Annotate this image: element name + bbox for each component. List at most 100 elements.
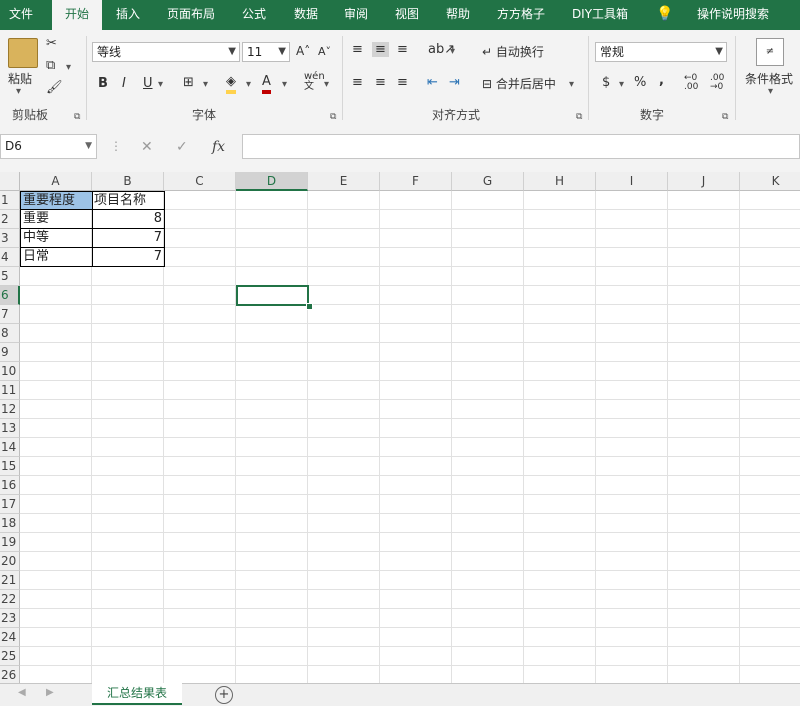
decrease-decimal-icon[interactable]: .00 →0	[710, 74, 724, 92]
row-header-15[interactable]: 15	[0, 457, 20, 476]
paste-dropdown-icon[interactable]: ▾	[16, 86, 21, 97]
wrap-text-button[interactable]: ↵ 自动换行	[482, 43, 544, 60]
more-dots-icon[interactable]: ⋮	[110, 139, 122, 153]
row-header-12[interactable]: 12	[0, 400, 20, 419]
orientation-dropdown-icon[interactable]: ▾	[450, 46, 455, 57]
tab-home[interactable]: 开始	[52, 0, 102, 30]
row-header-14[interactable]: 14	[0, 438, 20, 457]
tell-me-search[interactable]: 操作说明搜索	[678, 0, 788, 30]
conditional-format-button[interactable]: 条件格式	[745, 70, 793, 87]
row-header-4[interactable]: 4	[0, 248, 20, 267]
font-color-dropdown-icon[interactable]: ▾	[282, 79, 287, 90]
align-middle-icon[interactable]: ≡	[372, 42, 389, 57]
tab-fangfang[interactable]: 方方格子	[490, 0, 552, 30]
cell-b2[interactable]: 8	[92, 210, 165, 229]
tab-page-layout[interactable]: 页面布局	[160, 0, 222, 30]
column-header-e[interactable]: E	[308, 172, 380, 191]
row-header-13[interactable]: 13	[0, 419, 20, 438]
paste-button[interactable]: 粘贴	[8, 70, 32, 87]
worksheet-grid[interactable]: ABCDEFGHIJK 1 2 3 4 5 6 7 8 9 10 11 12 13 14 15 16 17 18 1…	[0, 172, 800, 683]
italic-button[interactable]: I	[122, 76, 126, 91]
row-header-18[interactable]: 18	[0, 514, 20, 533]
active-cell-d6[interactable]	[236, 285, 309, 306]
row-header-22[interactable]: 22	[0, 590, 20, 609]
row-header-16[interactable]: 16	[0, 476, 20, 495]
row-header-11[interactable]: 11	[0, 381, 20, 400]
row-header-2[interactable]: 2	[0, 210, 20, 229]
row-header-7[interactable]: 7	[0, 305, 20, 324]
column-header-k[interactable]: K	[740, 172, 800, 191]
increase-decimal-icon[interactable]: ←0.00	[684, 74, 698, 92]
cut-icon[interactable]: ✂	[46, 36, 57, 51]
align-right-icon[interactable]: ≡	[397, 75, 408, 90]
formula-input[interactable]	[242, 134, 800, 159]
borders-icon[interactable]: ⊞	[183, 75, 194, 90]
cell-a4[interactable]: 日常	[20, 248, 93, 267]
font-size-select[interactable]: 11 ▼	[242, 42, 290, 62]
number-launcher-icon[interactable]: ⧉	[722, 112, 728, 122]
cell-a1[interactable]: 重要程度	[20, 191, 93, 210]
font-launcher-icon[interactable]: ⧉	[330, 112, 336, 122]
column-header-f[interactable]: F	[380, 172, 452, 191]
sheet-tab[interactable]: 汇总结果表	[92, 683, 182, 705]
clipboard-launcher-icon[interactable]: ⧉	[74, 112, 80, 122]
column-header-h[interactable]: H	[524, 172, 596, 191]
row-header-24[interactable]: 24	[0, 628, 20, 647]
row-header-23[interactable]: 23	[0, 609, 20, 628]
copy-dropdown-icon[interactable]: ▾	[66, 62, 71, 73]
decrease-font-icon[interactable]: A˅	[318, 45, 331, 58]
tab-help[interactable]: 帮助	[438, 0, 478, 30]
cell-b4[interactable]: 7	[92, 248, 165, 267]
row-header-10[interactable]: 10	[0, 362, 20, 381]
column-header-c[interactable]: C	[164, 172, 236, 191]
alignment-launcher-icon[interactable]: ⧉	[576, 112, 582, 122]
row-header-21[interactable]: 21	[0, 571, 20, 590]
cancel-icon[interactable]: ✕	[141, 139, 153, 155]
borders-dropdown-icon[interactable]: ▾	[203, 79, 208, 90]
align-center-icon[interactable]: ≡	[375, 75, 386, 90]
add-sheet-button[interactable]: +	[215, 686, 233, 704]
tab-file[interactable]: 文件	[0, 0, 42, 30]
conditional-format-dropdown-icon[interactable]: ▾	[768, 86, 773, 97]
column-header-g[interactable]: G	[452, 172, 524, 191]
copy-icon[interactable]: ⧉	[46, 58, 55, 73]
number-format-select[interactable]: 常规 ▼	[595, 42, 727, 62]
paste-icon[interactable]	[8, 38, 38, 68]
tab-data[interactable]: 数据	[286, 0, 326, 30]
row-header-26[interactable]: 26	[0, 666, 20, 683]
bold-button[interactable]: B	[98, 76, 108, 91]
column-header-b[interactable]: B	[92, 172, 164, 191]
fill-color-dropdown-icon[interactable]: ▾	[246, 79, 251, 90]
fill-handle[interactable]	[306, 303, 313, 310]
align-top-icon[interactable]: ≡	[352, 42, 363, 57]
insert-function-icon[interactable]: fx	[212, 139, 225, 155]
column-header-i[interactable]: I	[596, 172, 668, 191]
row-header-17[interactable]: 17	[0, 495, 20, 514]
format-painter-icon[interactable]: 🖌	[46, 80, 63, 95]
decrease-indent-icon[interactable]: ⇤	[427, 75, 438, 90]
sheet-next-icon[interactable]: ▶	[46, 687, 54, 698]
cell-b1[interactable]: 项目名称	[92, 191, 165, 210]
align-left-icon[interactable]: ≡	[352, 75, 363, 90]
row-header-9[interactable]: 9	[0, 343, 20, 362]
currency-dropdown-icon[interactable]: ▾	[619, 79, 624, 90]
fill-color-icon[interactable]: ◈	[226, 74, 236, 94]
font-color-button[interactable]: A	[262, 74, 271, 94]
cell-a2[interactable]: 重要	[20, 210, 93, 229]
conditional-format-icon[interactable]: ≠	[756, 38, 784, 66]
merge-dropdown-icon[interactable]: ▾	[569, 79, 574, 90]
align-bottom-icon[interactable]: ≡	[397, 42, 408, 57]
row-header-25[interactable]: 25	[0, 647, 20, 666]
underline-button[interactable]: U	[143, 76, 153, 91]
column-header-j[interactable]: J	[668, 172, 740, 191]
row-header-20[interactable]: 20	[0, 552, 20, 571]
chevron-down-icon[interactable]: ▼	[85, 135, 92, 158]
column-header-d[interactable]: D	[236, 172, 308, 191]
cell-area[interactable]: 重要程度 项目名称 重要 8 中等 7 日常 7	[20, 191, 800, 683]
row-header-6[interactable]: 6	[0, 286, 20, 305]
select-all-corner[interactable]	[0, 172, 20, 191]
tab-review[interactable]: 审阅	[336, 0, 376, 30]
percent-button[interactable]: %	[634, 75, 646, 90]
cell-a3[interactable]: 中等	[20, 229, 93, 248]
name-box[interactable]: D6 ▼	[0, 134, 97, 159]
